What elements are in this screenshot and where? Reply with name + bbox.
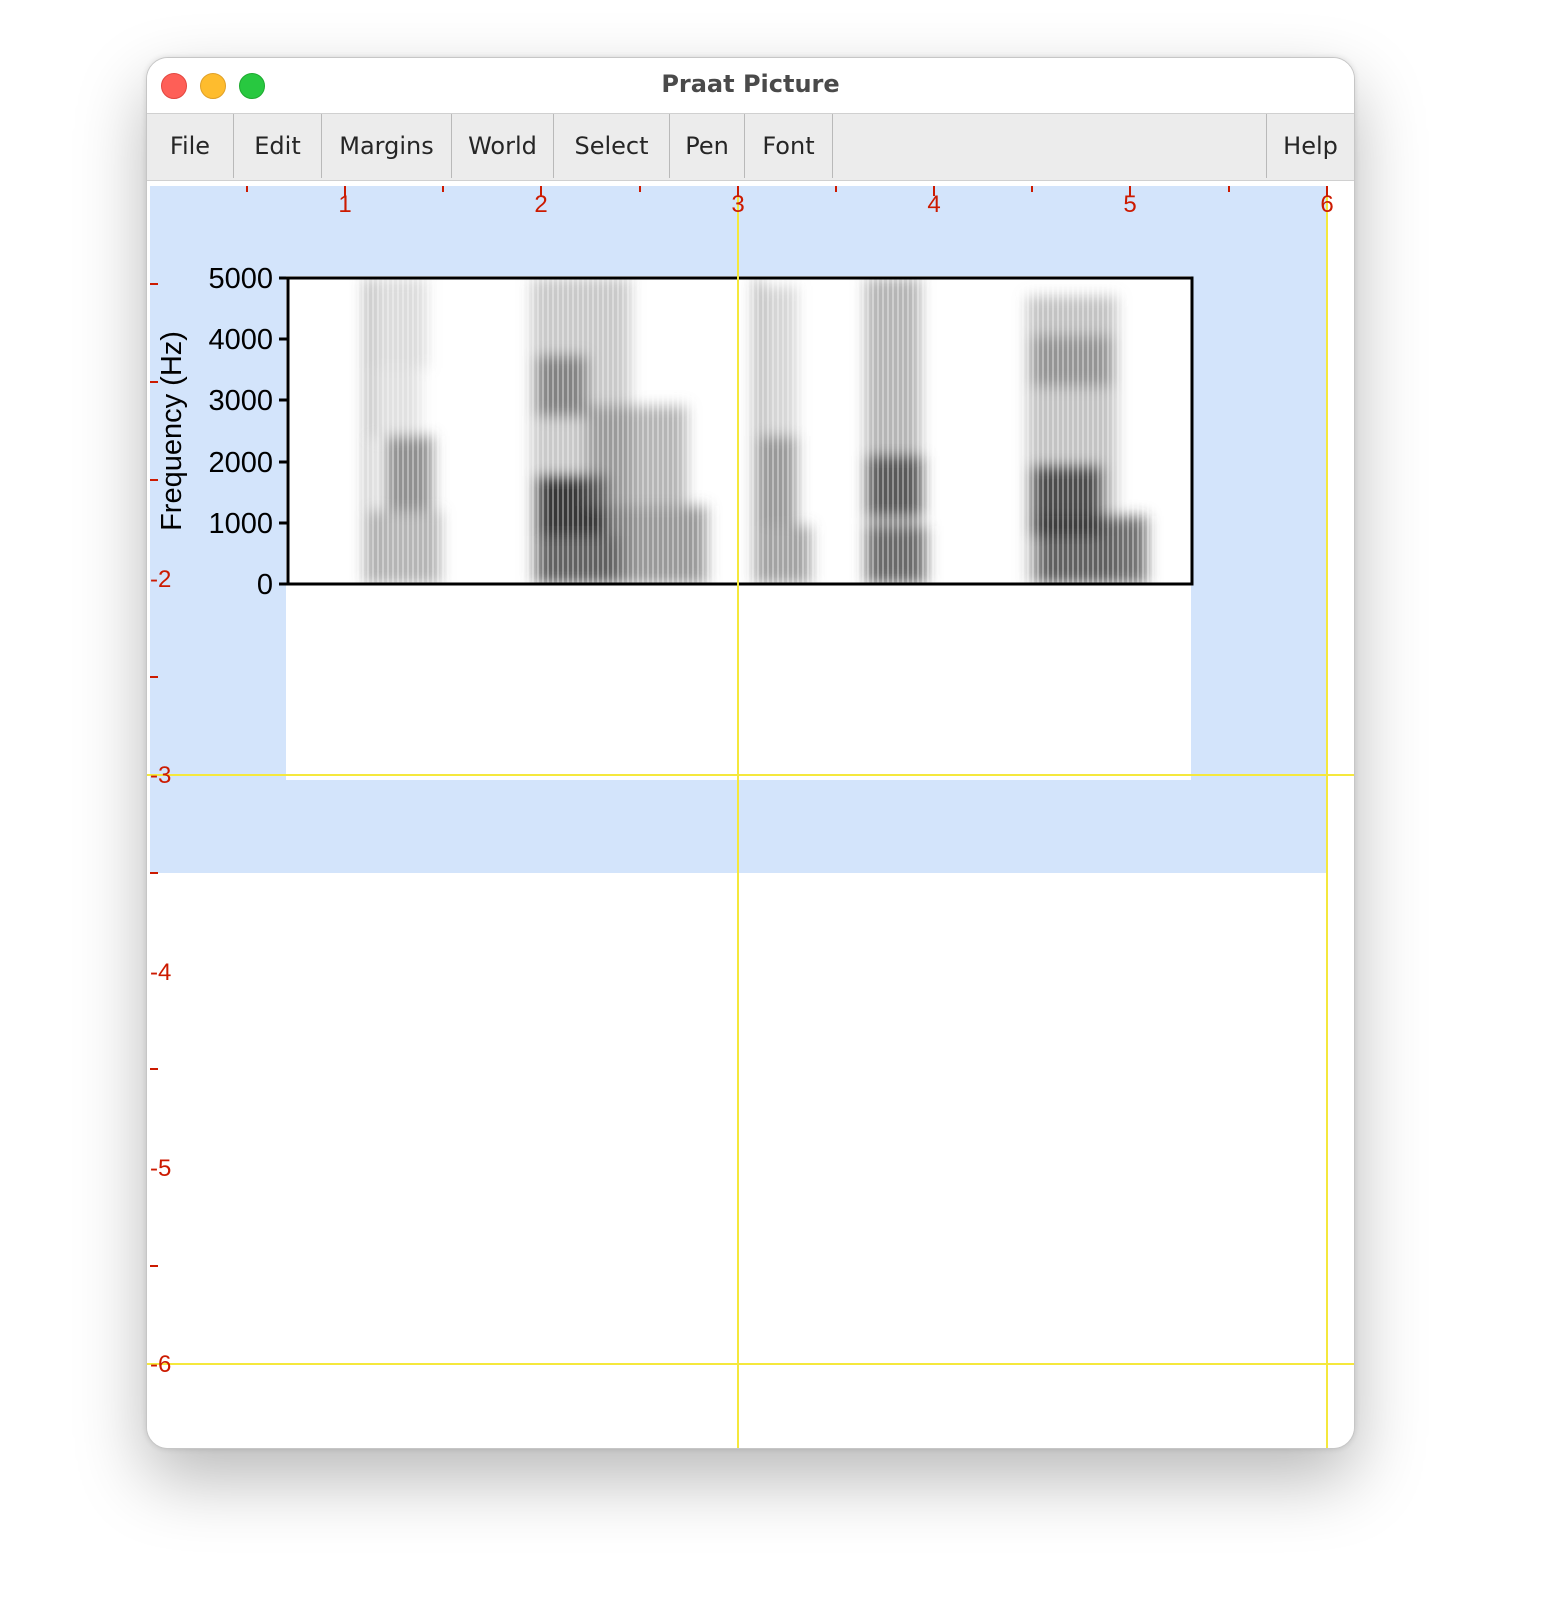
y-tick-0: 0: [257, 569, 273, 601]
y-tick-1000: 1000: [208, 508, 273, 540]
top-ruler-label-1: 1: [338, 191, 351, 218]
top-ruler-label-3: 3: [731, 191, 744, 218]
left-ruler-label-minus5: -5: [150, 1155, 171, 1182]
top-ruler-label-6: 6: [1320, 191, 1333, 218]
spectrogram-image: [288, 278, 1192, 584]
menu-file[interactable]: File: [147, 114, 234, 178]
menu-margins[interactable]: Margins: [322, 114, 452, 178]
y-tick-2000: 2000: [208, 447, 273, 479]
menu-font[interactable]: Font: [745, 114, 833, 178]
praat-picture-window: Praat Picture File Edit Margins World Se…: [146, 57, 1355, 1449]
menu-world[interactable]: World: [452, 114, 554, 178]
top-ruler-label-4: 4: [927, 191, 940, 218]
y-axis-label: Frequency (Hz): [156, 331, 188, 531]
title-bar: Praat Picture: [147, 58, 1354, 113]
picture-canvas[interactable]: 5000 4000 3000 2000 1000 0 Frequency (Hz…: [147, 186, 1354, 1448]
menu-pen[interactable]: Pen: [670, 114, 745, 178]
left-ruler-label-minus4: -4: [150, 959, 171, 986]
top-ruler-label-5: 5: [1123, 191, 1136, 218]
menu-help[interactable]: Help: [1266, 114, 1354, 178]
menu-edit[interactable]: Edit: [234, 114, 322, 178]
y-tick-5000: 5000: [208, 263, 273, 295]
y-tick-4000: 4000: [208, 324, 273, 356]
menu-bar: File Edit Margins World Select Pen Font …: [147, 113, 1354, 181]
left-ruler-label-minus6: -6: [150, 1351, 171, 1378]
left-ruler-label-minus2: -2: [150, 566, 171, 593]
window-title: Praat Picture: [661, 70, 840, 98]
left-ruler-label-minus3: -3: [150, 762, 171, 789]
menu-select[interactable]: Select: [554, 114, 670, 178]
y-tick-3000: 3000: [208, 385, 273, 417]
top-ruler-label-2: 2: [534, 191, 547, 218]
